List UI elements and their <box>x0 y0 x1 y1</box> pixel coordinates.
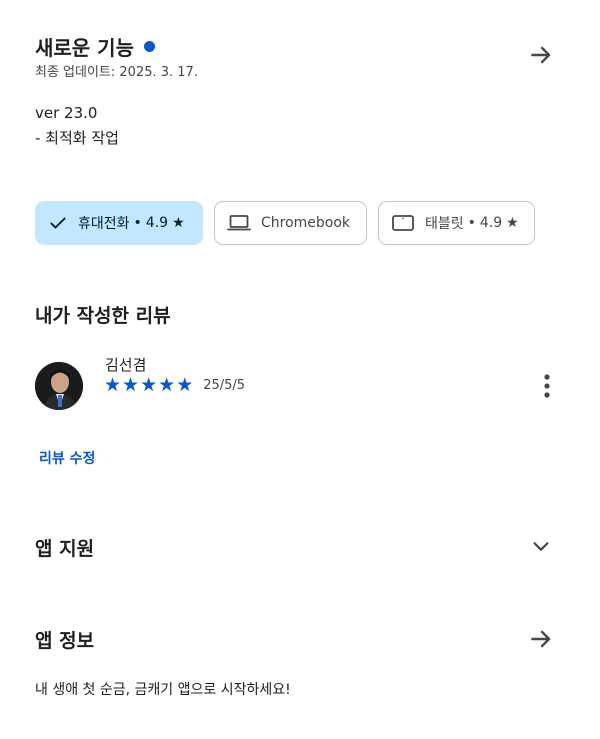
more-options-icon[interactable] <box>527 366 567 406</box>
star-icon: ★ <box>158 374 176 396</box>
chevron-down-icon <box>530 535 552 561</box>
whats-new-title: 새로운 기능 <box>35 36 134 60</box>
app-description: 내 생애 첫 순금, 금캐기 앱으로 시작하세요! <box>35 682 291 698</box>
device-chip-phone[interactable]: 휴대전화 • 4.9 ★ <box>35 201 203 245</box>
star-icon: ★ <box>122 374 140 396</box>
device-chip-phone-label: 휴대전화 <box>78 216 130 232</box>
check-icon <box>48 213 68 233</box>
release-note-text: - 최적화 작업 <box>35 129 119 147</box>
version-text: ver 23.0 <box>35 104 98 122</box>
last-updated-text: 최종 업데이트: 2025. 3. 17. <box>35 65 198 80</box>
avatar <box>35 362 83 410</box>
device-chip-tablet[interactable]: 태블릿 • 4.9 ★ <box>378 201 535 245</box>
edit-review-link[interactable]: 리뷰 수정 <box>39 448 95 468</box>
device-chip-chromebook-label: Chromebook <box>261 215 351 231</box>
app-info-title: 앱 정보 <box>35 630 95 652</box>
laptop-icon <box>227 213 251 233</box>
reviewer-name: 김선겸 <box>105 356 147 374</box>
device-chip-tablet-label: 태블릿 <box>425 216 464 232</box>
app-info-arrow-icon[interactable] <box>521 619 561 659</box>
app-support-title: 앱 지원 <box>35 538 95 560</box>
my-review-heading: 내가 작성한 리뷰 <box>35 305 171 327</box>
new-indicator-dot <box>143 41 155 52</box>
tablet-icon <box>391 213 415 233</box>
star-icon: ★ <box>104 374 122 396</box>
star-icon: ★ <box>140 374 158 396</box>
whats-new-arrow-icon[interactable] <box>521 35 561 75</box>
device-chip-chromebook[interactable]: Chromebook <box>214 201 367 245</box>
whats-new-header[interactable]: 새로운 기능 <box>35 32 155 61</box>
review-rating-row: ★ ★ ★ ★ ★ 25/5/5 <box>104 376 245 395</box>
review-date: 25/5/5 <box>203 378 246 393</box>
star-icon: ★ <box>172 215 185 231</box>
device-chip-tablet-rating: 4.9 <box>479 215 503 231</box>
app-support-row[interactable]: 앱 지원 <box>0 520 600 572</box>
star-icon: ★ <box>176 374 194 396</box>
device-chip-phone-rating: 4.9 <box>145 215 169 231</box>
star-icon: ★ <box>506 215 519 231</box>
rating-stars: ★ ★ ★ ★ ★ <box>104 376 193 395</box>
